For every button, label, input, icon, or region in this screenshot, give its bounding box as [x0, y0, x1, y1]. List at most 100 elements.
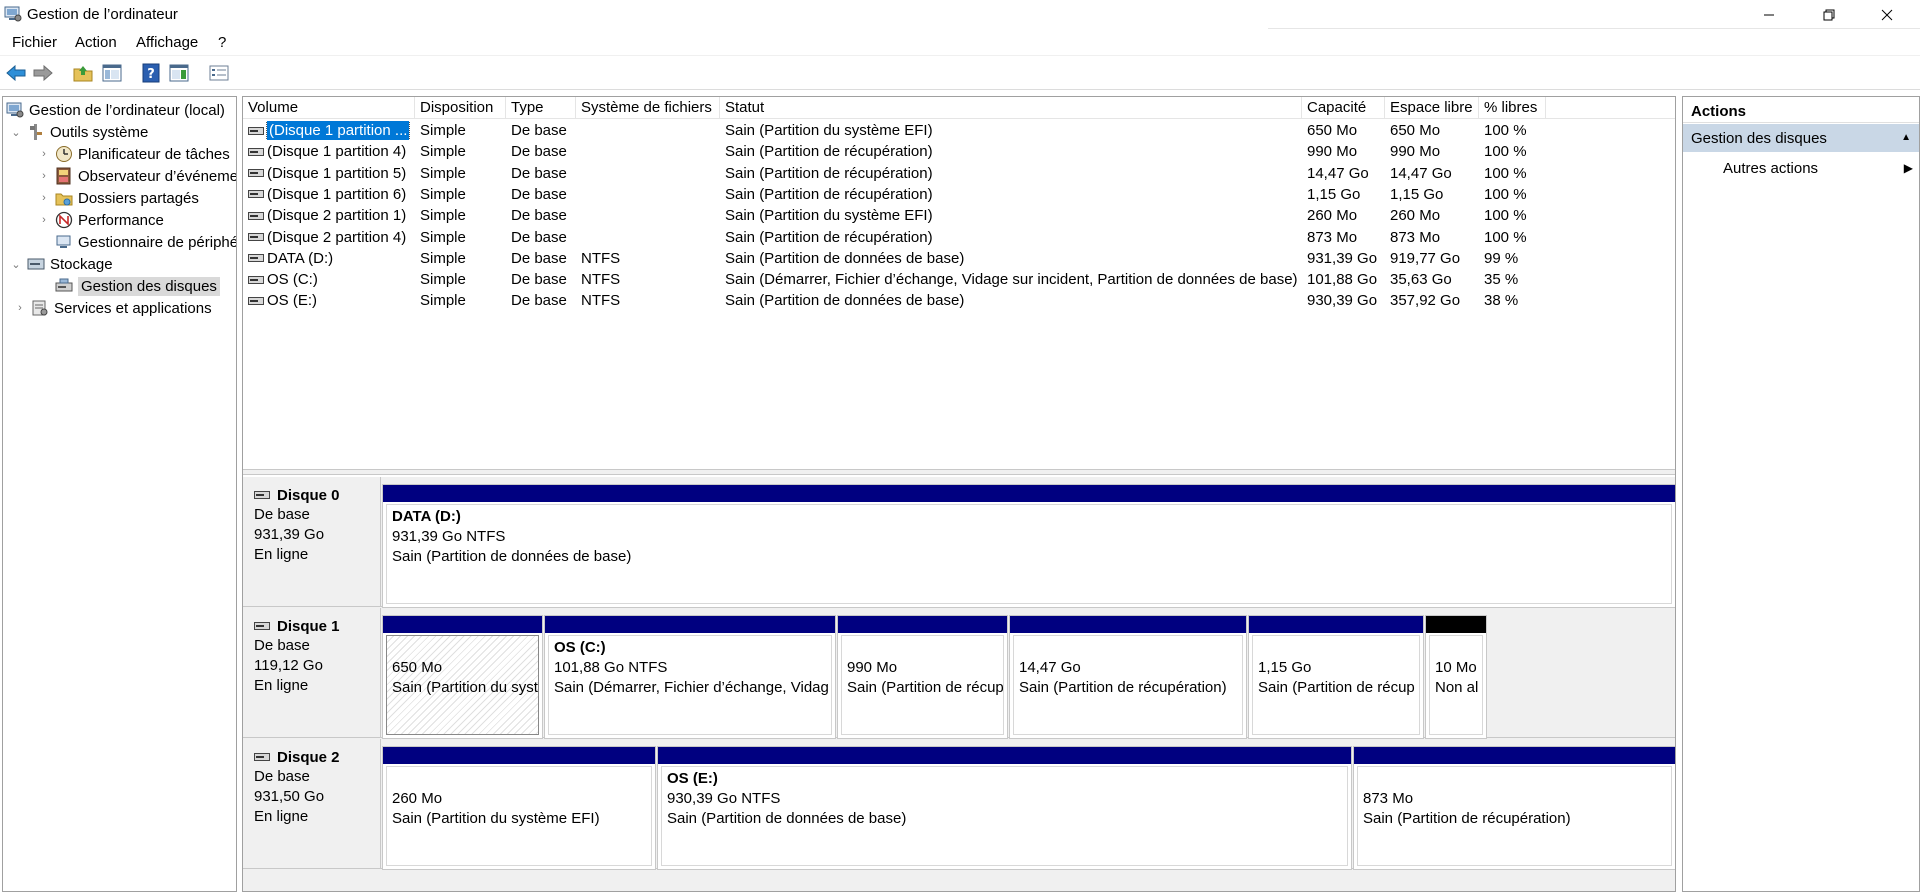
partition-size: 650 Mo	[392, 659, 443, 676]
tree-item-disk-management[interactable]: Gestion des disques	[51, 275, 220, 297]
cell-volume: DATA (D:)	[248, 249, 416, 268]
menu-affichage[interactable]: Affichage	[136, 34, 198, 51]
tree-label: Outils système	[50, 123, 149, 141]
caret-up-icon[interactable]: ▲	[1901, 132, 1911, 143]
tree-item-services-applications[interactable]: › Services et applications	[13, 297, 212, 319]
column-header-status[interactable]: Statut	[720, 97, 1302, 119]
volume-row[interactable]: (Disque 2 partition 4) Simple De base Sain …	[243, 227, 1675, 248]
show-hide-tree-button[interactable]	[101, 62, 123, 84]
cell-volume: (Disque 1 partition 4)	[248, 142, 416, 161]
disk-title: Disque 1	[254, 616, 380, 636]
volume-row[interactable]: (Disque 1 partition 6) Simple De base Sain …	[243, 184, 1675, 205]
actions-item-label: Autres actions	[1723, 160, 1819, 177]
disk-status: En ligne	[254, 677, 309, 694]
forward-button[interactable]	[32, 62, 54, 84]
volume-icon	[248, 211, 264, 220]
chevron-right-icon[interactable]: ›	[37, 147, 51, 161]
column-header-type[interactable]: Type	[506, 97, 576, 119]
column-header-volume[interactable]: Volume	[243, 97, 415, 119]
column-header-disposition[interactable]: Disposition	[415, 97, 506, 119]
partition-title: OS (C:)	[554, 639, 606, 656]
cell-free-space: 260 Mo	[1390, 207, 1441, 225]
partition-block[interactable]: OS (E:) 930,39 Go NTFS Sain (Partition de …	[657, 746, 1352, 870]
properties-icon	[209, 65, 229, 81]
column-header-free-space[interactable]: Espace libre	[1385, 97, 1479, 119]
tree-item-shared-folders[interactable]: › Dossiers partagés	[37, 187, 199, 209]
partition-spacer	[1019, 638, 1237, 658]
cell-volume: OS (E:)	[248, 291, 416, 310]
cell-disposition: Simple	[420, 249, 466, 267]
tree-label: Gestion des disques	[78, 276, 220, 296]
disk-size: 931,50 Go	[254, 788, 325, 805]
tree-label: Services et applications	[54, 299, 212, 317]
disk-status: En ligne	[254, 808, 309, 825]
disk-name: Disque 0	[277, 486, 340, 504]
restore-button[interactable]	[1806, 0, 1852, 30]
partition-block[interactable]: 1,15 Go Sain (Partition de récup	[1248, 615, 1424, 739]
column-header-percent-free[interactable]: % libres	[1479, 97, 1546, 119]
cell-type: De base	[511, 143, 567, 161]
volume-row[interactable]: (Disque 2 partition 1) Simple De base Sain …	[243, 205, 1675, 226]
disk-management-icon	[55, 278, 73, 292]
partition-spacer	[1435, 638, 1477, 658]
partition-spacer	[1258, 638, 1414, 658]
tree-item-computer-management[interactable]: Gestion de l’ordinateur (local)	[6, 99, 225, 121]
minimize-button[interactable]	[1746, 0, 1792, 30]
chevron-right-icon[interactable]: ›	[37, 169, 51, 183]
show-hide-action-pane-button[interactable]	[168, 62, 190, 84]
partition-block[interactable]: DATA (D:) 931,39 Go NTFS Sain (Partition d…	[382, 484, 1675, 608]
partition-block[interactable]: OS (C:) 101,88 Go NTFS Sain (Démarrer, Fic…	[544, 615, 836, 739]
disk-row: Disque 1 De base 119,12 Go En ligne 650 Mo Sa…	[243, 608, 1675, 739]
cell-free-space: 14,47 Go	[1390, 164, 1452, 182]
volume-row[interactable]: (Disque 1 partition 5) Simple De base Sain …	[243, 163, 1675, 184]
chevron-down-icon[interactable]: ⌄	[9, 257, 23, 271]
column-header-filesystem[interactable]: Système de fichiers	[576, 97, 720, 119]
task-scheduler-icon	[56, 146, 72, 162]
disk-info[interactable]: Disque 0 De base 931,39 Go En ligne	[243, 477, 381, 606]
pane-splitter[interactable]	[243, 469, 1675, 475]
column-header-capacity[interactable]: Capacité	[1302, 97, 1385, 119]
volume-row[interactable]: DATA (D:) Simple De base NTFS Sain (Partitio…	[243, 248, 1675, 269]
up-folder-icon	[73, 66, 93, 82]
partition-block[interactable]: 650 Mo Sain (Partition du syst	[382, 615, 543, 739]
tree-item-storage[interactable]: ⌄ Stockage	[9, 253, 112, 275]
partition-block[interactable]: 14,47 Go Sain (Partition de récupération)	[1009, 615, 1247, 739]
back-button[interactable]	[5, 62, 27, 84]
tree-item-device-manager[interactable]: Gestionnaire de périphé	[51, 231, 237, 253]
partition-body: OS (E:) 930,39 Go NTFS Sain (Partition de …	[661, 766, 1348, 866]
toolbar: ?	[0, 58, 1920, 90]
menu-help[interactable]: ?	[218, 34, 226, 51]
close-button[interactable]	[1864, 0, 1910, 30]
unallocated-partition[interactable]: 10 Mo Non al	[1425, 615, 1487, 739]
cell-disposition: Simple	[420, 207, 466, 225]
volume-row[interactable]: (Disque 1 partition 4) Simple De base Sain …	[243, 141, 1675, 162]
tree-item-system-tools[interactable]: ⌄ Outils système	[9, 121, 148, 143]
partition-block[interactable]: 990 Mo Sain (Partition de récup	[837, 615, 1008, 739]
partition-block[interactable]: 260 Mo Sain (Partition du système EFI)	[382, 746, 656, 870]
tree-item-task-scheduler[interactable]: › Planificateur de tâches	[37, 143, 230, 165]
properties-button[interactable]	[208, 62, 230, 84]
tree-item-event-viewer[interactable]: › Observateur d’événeme	[37, 165, 236, 187]
disk-info[interactable]: Disque 1 De base 119,12 Go En ligne	[243, 608, 381, 737]
actions-section-disk-management[interactable]: Gestion des disques ▲	[1683, 124, 1919, 152]
actions-item-more-actions[interactable]: Autres actions ▶	[1683, 156, 1919, 180]
chevron-right-icon[interactable]: ›	[37, 191, 51, 205]
up-folder-button[interactable]	[72, 62, 94, 84]
tree-item-performance[interactable]: › Performance	[37, 209, 164, 231]
partition-status: Sain (Partition du syst	[392, 679, 538, 696]
chevron-right-icon[interactable]: ›	[13, 301, 27, 315]
tree-label: Gestionnaire de périphé	[78, 233, 237, 251]
help-button[interactable]: ?	[140, 62, 162, 84]
menu-fichier[interactable]: Fichier	[12, 34, 57, 51]
event-viewer-icon	[56, 167, 71, 185]
chevron-down-icon[interactable]: ⌄	[9, 125, 23, 139]
menu-action[interactable]: Action	[75, 34, 117, 51]
cell-free-space: 990 Mo	[1390, 143, 1441, 161]
partition-block[interactable]: 873 Mo Sain (Partition de récupération)	[1353, 746, 1675, 870]
chevron-right-icon[interactable]: ›	[37, 213, 51, 227]
disk-info[interactable]: Disque 2 De base 931,50 Go En ligne	[243, 739, 381, 868]
volume-row[interactable]: OS (E:) Simple De base NTFS Sain (Partition …	[243, 290, 1675, 311]
partition-body: 260 Mo Sain (Partition du système EFI)	[386, 766, 652, 866]
volume-row[interactable]: (Disque 1 partition ... Simple De base Sain…	[243, 120, 1675, 141]
volume-row[interactable]: OS (C:) Simple De base NTFS Sain (Démarrer, …	[243, 269, 1675, 290]
